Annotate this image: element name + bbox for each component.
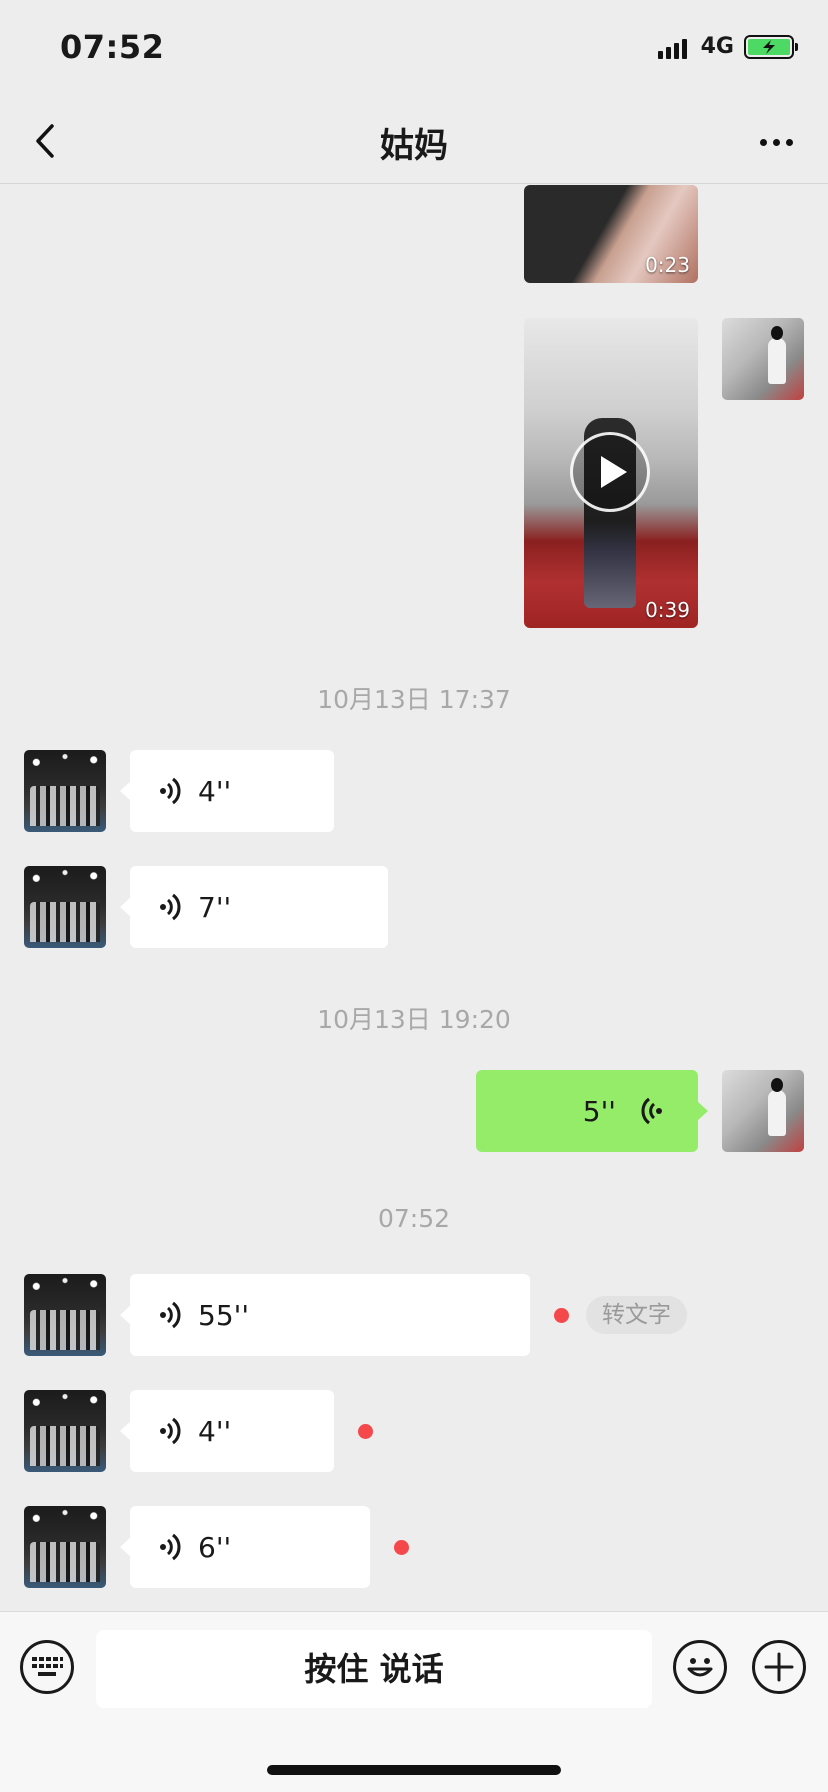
more-dots-icon [759, 138, 767, 146]
timestamp: 07:52 [377, 1204, 451, 1233]
voice-message[interactable]: 4'' [120, 1390, 334, 1472]
voice-wave-icon [160, 777, 181, 805]
convert-to-text-button[interactable]: 转文字 [586, 1296, 687, 1334]
plus-button[interactable] [752, 1640, 806, 1694]
video-message[interactable]: 0:23 [524, 185, 698, 283]
network-type: 4G [700, 34, 734, 59]
emoji-button[interactable] [673, 1640, 727, 1694]
status-bar: 07:52 4G [0, 0, 828, 100]
voice-wave-icon [641, 1097, 662, 1125]
nav-bar: 姑妈 [0, 100, 828, 184]
video-duration: 0:39 [645, 598, 690, 622]
keyboard-icon [32, 1657, 63, 1676]
voice-length: 6'' [198, 1530, 232, 1564]
voice-wave-icon [160, 1417, 181, 1445]
hold-to-talk-button[interactable]: 按住 说话 [96, 1630, 652, 1708]
timestamp: 10月13日 19:20 [317, 1005, 511, 1034]
video-message[interactable]: 0:39 [524, 318, 698, 628]
contact-avatar[interactable] [24, 1274, 106, 1356]
unread-dot [358, 1424, 373, 1439]
voice-length: 7'' [198, 890, 232, 924]
more-button[interactable] [748, 120, 804, 164]
contact-avatar[interactable] [24, 1390, 106, 1472]
my-avatar[interactable] [722, 1070, 804, 1152]
chat-area[interactable]: 0:23 0:39 10月13日 17:37 4'' 7'' 10月13日 19… [0, 185, 828, 1610]
emoji-icon [687, 1658, 713, 1677]
voice-message[interactable]: 4'' [120, 750, 334, 832]
voice-wave-icon [160, 893, 181, 921]
status-indicators: 4G [657, 34, 798, 59]
chat-title: 姑妈 [380, 126, 448, 166]
battery-icon [744, 34, 798, 59]
keyboard-button[interactable] [20, 1640, 74, 1694]
voice-length: 5'' [582, 1094, 616, 1128]
voice-message[interactable]: 6'' [120, 1506, 370, 1588]
home-indicator[interactable] [267, 1765, 561, 1775]
voice-message[interactable]: 55'' [120, 1274, 530, 1356]
status-time: 07:52 [60, 28, 165, 66]
voice-length: 4'' [198, 774, 232, 808]
contact-avatar[interactable] [24, 1506, 106, 1588]
my-voice-message[interactable]: 5'' [476, 1070, 708, 1152]
voice-length: 4'' [198, 1414, 232, 1448]
plus-icon [764, 1652, 794, 1682]
video-duration: 0:23 [645, 253, 690, 277]
unread-dot [394, 1540, 409, 1555]
unread-dot [554, 1308, 569, 1323]
my-avatar[interactable] [722, 318, 804, 400]
voice-wave-icon [160, 1533, 181, 1561]
signal-icon [657, 35, 687, 59]
voice-message[interactable]: 7'' [120, 866, 388, 948]
timestamp: 10月13日 17:37 [317, 685, 511, 714]
contact-avatar[interactable] [24, 750, 106, 832]
play-icon [570, 432, 650, 512]
contact-avatar[interactable] [24, 866, 106, 948]
voice-length: 55'' [198, 1298, 250, 1332]
voice-wave-icon [160, 1301, 181, 1329]
